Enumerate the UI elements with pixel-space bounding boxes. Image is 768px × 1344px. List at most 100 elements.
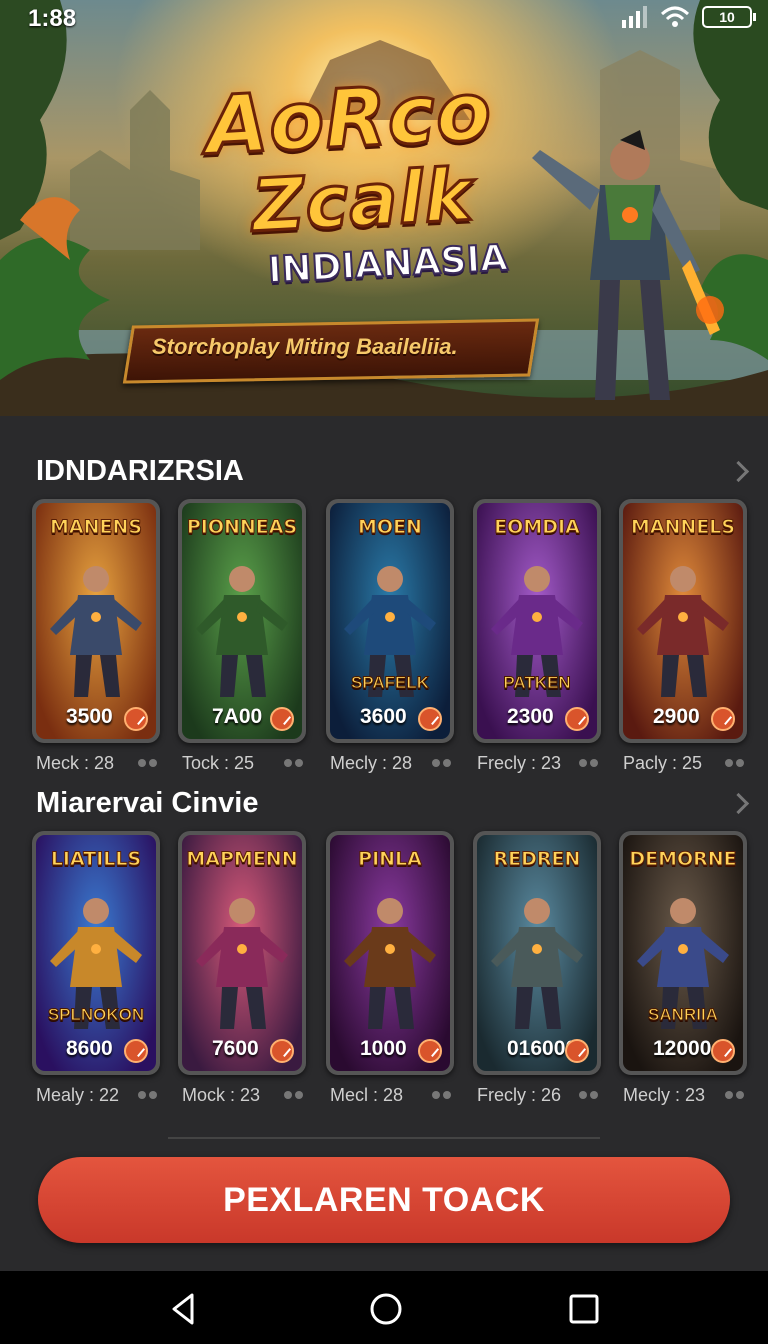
game-card-title: PIONNEAS — [186, 516, 298, 538]
game-card[interactable]: REDREN 016000 — [473, 831, 601, 1075]
game-card-price: 3500 — [66, 705, 113, 728]
game-card[interactable]: MANNELS 2900 — [619, 499, 747, 743]
game-card-meta: Tock : 25 — [178, 753, 308, 775]
recents-icon[interactable] — [564, 1289, 604, 1329]
play-arrow-icon[interactable] — [270, 1039, 294, 1063]
game-card-price: 2900 — [653, 705, 700, 728]
character-illustration — [344, 898, 436, 1029]
game-card-art: PINLA 1000 — [330, 835, 450, 1071]
more-dots-icon[interactable] — [579, 759, 599, 769]
character-illustration — [196, 898, 288, 1029]
game-card-title: MAPMENN — [186, 848, 298, 870]
game-card[interactable]: MAPMENN 7600 — [178, 831, 306, 1075]
character-illustration — [491, 898, 583, 1029]
game-card-subtitle: SPLNOKON — [47, 1005, 145, 1025]
game-card-price: 7A00 — [212, 705, 263, 728]
game-card-art: EOMDIA PATKEN 2300 — [477, 503, 597, 739]
game-card-meta-label: Mecly : 23 — [623, 1085, 706, 1105]
play-arrow-icon[interactable] — [124, 1039, 148, 1063]
game-card-title: PINLA — [358, 848, 423, 870]
play-arrow-icon[interactable] — [418, 707, 442, 731]
more-dots-icon[interactable] — [725, 1091, 745, 1101]
game-card-title: MOEN — [358, 516, 423, 538]
game-card-meta: Mealy : 22 — [32, 1085, 162, 1107]
game-card-meta-label: Mecly : 28 — [330, 753, 413, 773]
game-card-subtitle: SANRIIA — [648, 1005, 719, 1025]
more-dots-icon[interactable] — [432, 759, 452, 769]
play-arrow-icon[interactable] — [565, 1039, 589, 1063]
status-time: 1:88 — [28, 5, 77, 32]
game-card-title: MANNELS — [630, 516, 736, 538]
character-illustration — [196, 566, 288, 697]
game-card-meta: Mock : 23 — [178, 1085, 308, 1107]
home-icon[interactable] — [366, 1289, 406, 1329]
status-bar: 1:88 10 — [0, 0, 768, 36]
game-card[interactable]: LIATILLS SPLNOKON 8600 — [32, 831, 160, 1075]
game-card-meta: Frecly : 26 — [473, 1085, 603, 1107]
nav-bar — [0, 1271, 768, 1344]
game-card-meta-label: Mealy : 22 — [36, 1085, 120, 1105]
game-card-meta: Frecly : 23 — [473, 753, 603, 775]
game-card-art: REDREN 016000 — [477, 835, 597, 1071]
game-card-price: 1000 — [360, 1037, 407, 1060]
game-card-art: DEMORNE SANRIIA 12000 — [623, 835, 743, 1071]
game-card-title: MANENS — [49, 516, 143, 538]
hero-tagline: Storchoplay Miting Baaileliia. — [152, 334, 458, 359]
chevron-right-icon[interactable] — [727, 792, 750, 815]
card-row-2: LIATILLS SPLNOKON 8600 Mealy : 22 MAPMENN 760… — [32, 831, 752, 1105]
game-card[interactable]: MOEN SPAFELK 3600 — [326, 499, 454, 743]
game-card-price: 7600 — [212, 1037, 259, 1060]
game-card-meta: Mecl : 28 — [326, 1085, 456, 1107]
more-dots-icon[interactable] — [284, 759, 304, 769]
more-dots-icon[interactable] — [138, 1091, 158, 1101]
chevron-right-icon[interactable] — [727, 460, 750, 483]
divider — [168, 1137, 600, 1139]
game-card-art: MANNELS 2900 — [623, 503, 743, 739]
play-arrow-icon[interactable] — [565, 707, 589, 731]
game-card-meta-label: Meck : 28 — [36, 753, 115, 773]
more-dots-icon[interactable] — [725, 759, 745, 769]
game-card-price: 12000 — [653, 1037, 712, 1060]
more-dots-icon[interactable] — [579, 1091, 599, 1101]
game-card-price: 8600 — [66, 1037, 113, 1060]
game-card-meta: Pacly : 25 — [619, 753, 749, 775]
wifi-icon — [660, 6, 690, 27]
game-card-subtitle: SPAFELK — [350, 673, 430, 693]
game-card-meta: Mecly : 23 — [619, 1085, 749, 1107]
game-card[interactable]: EOMDIA PATKEN 2300 — [473, 499, 601, 743]
character-illustration — [637, 566, 729, 697]
game-card-meta-label: Frecly : 23 — [477, 753, 562, 773]
play-arrow-icon[interactable] — [124, 707, 148, 731]
card-row-1: MANENS 3500 Meck : 28 PIONNEAS 7A00 Tock : 25… — [32, 499, 752, 773]
game-card-art: MOEN SPAFELK 3600 — [330, 503, 450, 739]
more-dots-icon[interactable] — [284, 1091, 304, 1101]
more-dots-icon[interactable] — [432, 1091, 452, 1101]
game-card-art: MAPMENN 7600 — [182, 835, 302, 1071]
play-arrow-icon[interactable] — [418, 1039, 442, 1063]
game-card[interactable]: PINLA 1000 — [326, 831, 454, 1075]
back-icon[interactable] — [164, 1289, 204, 1329]
game-card[interactable]: PIONNEAS 7A00 — [178, 499, 306, 743]
game-card-title: LIATILLS — [50, 848, 142, 870]
hero-banner[interactable]: AoRco Zcalk INDIANASIA Storchoplay Mitin… — [0, 0, 768, 416]
game-card-art: MANENS 3500 — [36, 503, 156, 739]
game-card-title: EOMDIA — [494, 516, 581, 538]
play-arrow-icon[interactable] — [270, 707, 294, 731]
more-dots-icon[interactable] — [138, 759, 158, 769]
game-card-price: 3600 — [360, 705, 407, 728]
game-card-meta-label: Frecly : 26 — [477, 1085, 562, 1105]
character-illustration — [50, 566, 142, 697]
game-card-subtitle: PATKEN — [503, 673, 571, 693]
signal-icon — [622, 6, 647, 28]
section-title-2: Miarervai Cinvie — [36, 787, 259, 819]
play-arrow-icon[interactable] — [711, 707, 735, 731]
primary-cta-button[interactable]: PEXLAREN TOACK — [38, 1157, 730, 1243]
game-card-meta-label: Pacly : 25 — [623, 753, 703, 773]
game-card[interactable]: MANENS 3500 — [32, 499, 160, 743]
battery-label: 10 — [719, 9, 735, 25]
game-card-title: DEMORNE — [629, 848, 737, 870]
game-card-meta-label: Mecl : 28 — [330, 1085, 404, 1105]
game-card-meta: Mecly : 28 — [326, 753, 456, 775]
game-card[interactable]: DEMORNE SANRIIA 12000 — [619, 831, 747, 1075]
play-arrow-icon[interactable] — [711, 1039, 735, 1063]
